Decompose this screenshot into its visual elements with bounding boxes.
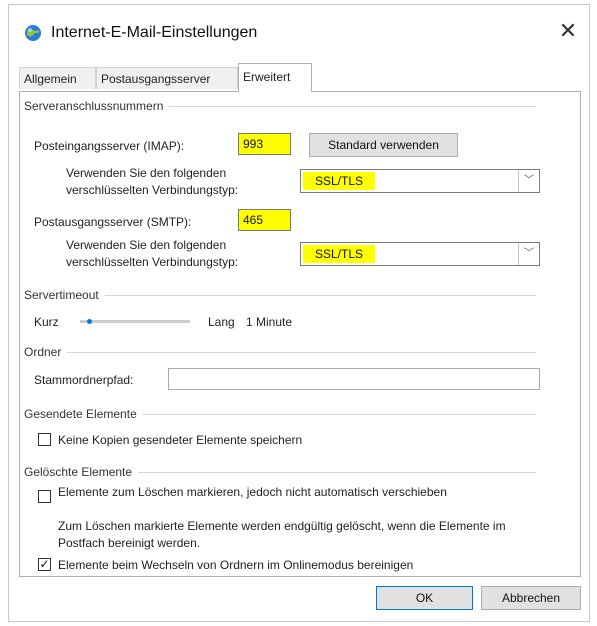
outlook-globe-icon xyxy=(25,25,41,41)
imap-encryption-select[interactable]: SSL/TLS ﹀ xyxy=(300,169,540,193)
tab-allgemein[interactable]: Allgemein xyxy=(19,67,96,89)
internet-email-settings-dialog: Internet-E-Mail-Einstellungen ✕ Allgemei… xyxy=(8,4,590,622)
sent-items-group-label: Gesendete Elemente xyxy=(24,407,143,421)
purge-on-folder-switch-label[interactable]: Elemente beim Wechseln von Ordnern im On… xyxy=(58,558,413,572)
group-divider xyxy=(24,352,536,353)
close-icon[interactable]: ✕ xyxy=(557,19,579,43)
timeout-slider-track[interactable] xyxy=(80,320,190,323)
mark-for-deletion-checkbox[interactable] xyxy=(38,490,51,503)
timeout-slider-thumb[interactable] xyxy=(86,319,92,324)
imap-encryption-label: Verwenden Sie den folgenden verschlüssel… xyxy=(66,166,239,197)
purge-on-folder-switch-checkbox[interactable]: ✓ xyxy=(38,558,51,571)
root-path-label: Stammordnerpfad: xyxy=(34,373,134,387)
deleted-items-info-text: Zum Löschen markierte Elemente werden en… xyxy=(58,519,506,550)
ok-button[interactable]: OK xyxy=(376,586,473,610)
advanced-tab-panel: Serveranschlussnummern Posteingangsserve… xyxy=(19,91,581,577)
imap-encryption-value: SSL/TLS xyxy=(303,172,376,190)
chevron-down-icon[interactable]: ﹀ xyxy=(518,170,539,192)
imap-port-input[interactable]: 993 xyxy=(238,133,291,155)
root-path-input[interactable] xyxy=(168,368,540,390)
use-default-button[interactable]: Standard verwenden xyxy=(309,133,458,157)
folder-group-label: Ordner xyxy=(24,345,68,359)
window-title: Internet-E-Mail-Einstellungen xyxy=(51,24,258,41)
cancel-button[interactable]: Abbrechen xyxy=(481,586,581,610)
timeout-group-label: Servertimeout xyxy=(24,288,105,302)
smtp-encryption-label: Verwenden Sie den folgenden verschlüssel… xyxy=(66,238,239,269)
no-copies-checkbox[interactable] xyxy=(38,433,51,446)
chevron-down-icon[interactable]: ﹀ xyxy=(518,243,539,265)
no-copies-label[interactable]: Keine Kopien gesendeter Elemente speiche… xyxy=(58,433,302,447)
smtp-encryption-value: SSL/TLS xyxy=(303,245,376,263)
smtp-port-input[interactable]: 465 xyxy=(238,209,291,231)
smtp-encryption-select[interactable]: SSL/TLS ﹀ xyxy=(300,242,540,266)
title-bar: Internet-E-Mail-Einstellungen ✕ xyxy=(9,5,589,57)
timeout-long-label: Lang xyxy=(208,315,235,329)
server-ports-group-label: Serveranschlussnummern xyxy=(24,99,170,113)
tab-strip: Allgemein Postausgangsserver Erweitert xyxy=(19,63,579,92)
smtp-port-label: Postausgangsserver (SMTP): xyxy=(34,215,192,229)
timeout-short-label: Kurz xyxy=(34,315,59,329)
tab-erweitert[interactable]: Erweitert xyxy=(238,63,312,92)
deleted-items-group-label: Gelöschte Elemente xyxy=(24,465,139,479)
imap-port-label: Posteingangsserver (IMAP): xyxy=(34,139,185,153)
tab-postausgangsserver[interactable]: Postausgangsserver xyxy=(96,67,238,89)
mark-for-deletion-label[interactable]: Elemente zum Löschen markieren, jedoch n… xyxy=(58,484,518,501)
timeout-value-label: 1 Minute xyxy=(246,315,293,329)
